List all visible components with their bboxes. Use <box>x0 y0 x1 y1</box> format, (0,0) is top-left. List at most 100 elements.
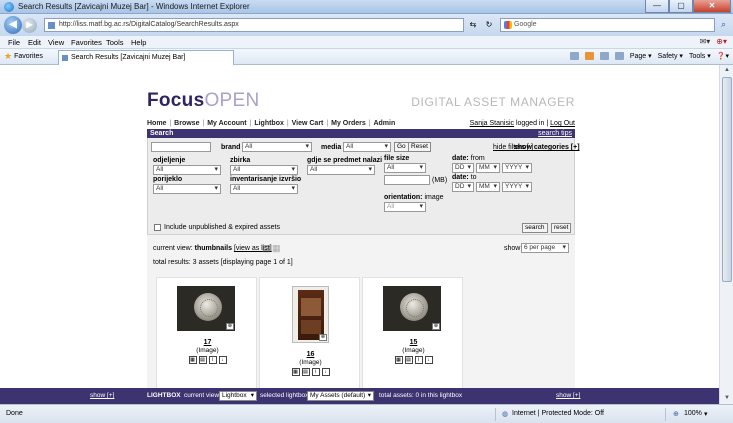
zoom-level[interactable]: 100% <box>684 410 702 417</box>
scrollbar-thumb[interactable] <box>722 77 732 282</box>
compatibility-icon[interactable]: ⇆ <box>466 18 480 32</box>
back-button[interactable]: ◀ <box>4 16 22 34</box>
mail-icon[interactable] <box>599 52 609 60</box>
reset-button[interactable]: reset <box>551 223 572 233</box>
file-size-input[interactable] <box>384 175 430 185</box>
filter-select-porijeklo[interactable]: All <box>153 184 221 194</box>
asset-thumbnail[interactable]: ⊕ <box>383 286 441 331</box>
keyword-input[interactable] <box>151 142 211 152</box>
zoom-icon[interactable]: ⊕ <box>432 323 440 330</box>
zoom-dropdown-icon[interactable]: ▾ <box>704 410 708 418</box>
menu-view[interactable]: View <box>48 38 64 47</box>
add-to-lightbox-icon[interactable]: ▦ <box>188 356 197 364</box>
list-view-icon[interactable]: ▤ <box>262 243 271 254</box>
asset-id-link[interactable]: 17 <box>157 339 258 346</box>
nav-my-account[interactable]: My Account <box>207 120 246 127</box>
menu-tools[interactable]: Tools <box>106 38 124 47</box>
home-icon[interactable] <box>569 52 579 60</box>
date-to-day[interactable]: DD <box>452 182 474 192</box>
lightbox-show-right-link[interactable]: show [+] <box>556 392 580 399</box>
scroll-up-icon[interactable]: ▲ <box>722 66 732 75</box>
add-to-lightbox-icon[interactable]: ▦ <box>394 356 403 364</box>
date-from-year[interactable]: YYYY <box>502 163 532 173</box>
results-panel: current view: thumbnails [view as list] … <box>147 235 575 397</box>
media-select[interactable]: All <box>343 142 391 152</box>
filter-select-zbirka[interactable]: All <box>230 165 298 175</box>
filter-select-odjeljenje[interactable]: All <box>153 165 221 175</box>
search-button[interactable]: search <box>522 223 548 233</box>
print-icon[interactable] <box>614 52 624 60</box>
nav-lightbox[interactable]: Lightbox <box>254 120 284 127</box>
asset-card: ⊕ 17 (Image) ▦ ▤ i ↓ <box>156 277 257 397</box>
scroll-down-icon[interactable]: ▼ <box>722 394 732 403</box>
file-size-select[interactable]: All <box>384 163 426 173</box>
safety-menu[interactable]: Safety ▾ <box>658 52 683 60</box>
nav-browse[interactable]: Browse <box>174 120 199 127</box>
help-menu[interactable]: ❓▾ <box>717 52 729 60</box>
download-icon[interactable]: ↓ <box>218 356 227 364</box>
menu-help[interactable]: Help <box>131 38 146 47</box>
info-icon[interactable]: i <box>414 356 423 364</box>
include-unpublished-checkbox[interactable] <box>154 224 161 231</box>
vertical-scrollbar[interactable]: ▲ ▼ <box>719 65 733 404</box>
asset-thumbnail[interactable]: ⊕ <box>177 286 235 331</box>
convert-icon[interactable]: ⊕▾ <box>716 37 727 46</box>
lightbox-show-left-link[interactable]: show [+] <box>90 392 114 399</box>
date-from-month[interactable]: MM <box>476 163 500 173</box>
date-to-year[interactable]: YYYY <box>502 182 532 192</box>
close-button[interactable]: ✕ <box>693 0 731 13</box>
zoom-icon[interactable]: ⊕ <box>226 323 234 330</box>
details-icon[interactable]: ▤ <box>301 368 310 376</box>
page-menu[interactable]: Page ▾ <box>630 52 652 60</box>
asset-type: (Image) <box>402 347 425 354</box>
tools-menu[interactable]: Tools ▾ <box>689 52 711 60</box>
asset-id-link[interactable]: 15 <box>363 339 464 346</box>
nav-view-cart[interactable]: View Cart <box>292 120 324 127</box>
search-icon[interactable]: ⌕ <box>717 18 730 32</box>
date-from-day[interactable]: DD <box>452 163 474 173</box>
details-icon[interactable]: ▤ <box>404 356 413 364</box>
user-name-link[interactable]: Sanja Stanisic <box>470 120 514 127</box>
info-icon[interactable]: i <box>208 356 217 364</box>
asset-id-link[interactable]: 16 <box>260 351 361 358</box>
grid-view-icon[interactable]: ▦ <box>272 243 281 254</box>
search-tips-link[interactable]: search tips <box>538 129 572 138</box>
zoom-icon[interactable]: ⊕ <box>319 334 327 341</box>
maximize-button[interactable]: ▢ <box>669 0 693 13</box>
details-icon[interactable]: ▤ <box>198 356 207 364</box>
lightbox-view-select[interactable]: Lightbox <box>219 391 257 401</box>
security-zone[interactable]: Internet | Protected Mode: Off <box>512 410 604 417</box>
download-icon[interactable]: ↓ <box>321 368 330 376</box>
menu-favorites[interactable]: Favorites <box>71 38 102 47</box>
nav-my-orders[interactable]: My Orders <box>331 120 366 127</box>
nav-admin[interactable]: Admin <box>373 120 395 127</box>
selected-lightbox-select[interactable]: My Assets (default) <box>307 391 374 401</box>
brand-select[interactable]: All <box>242 142 312 152</box>
menu-edit[interactable]: Edit <box>28 38 41 47</box>
show-categories-link[interactable]: show categories [+] <box>514 144 580 151</box>
reset-top-button[interactable]: Reset <box>408 142 431 152</box>
menu-file[interactable]: File <box>8 38 20 47</box>
feed-icon[interactable]: ✉▾ <box>700 37 711 46</box>
go-button[interactable]: Go <box>394 142 409 152</box>
minimize-button[interactable]: — <box>645 0 669 13</box>
address-field[interactable]: http://liss.matf.bg.ac.rs/DigitalCatalog… <box>44 18 464 32</box>
logout-link[interactable]: Log Out <box>550 120 575 127</box>
orientation-select[interactable]: All <box>384 202 426 212</box>
nav-home[interactable]: Home <box>147 120 166 127</box>
download-icon[interactable]: ↓ <box>424 356 433 364</box>
browser-tab[interactable]: Search Results [Zavicajni Muzej Bar] <box>58 50 234 65</box>
info-icon[interactable]: i <box>311 368 320 376</box>
forward-button[interactable]: ▶ <box>22 18 37 33</box>
feeds-icon[interactable] <box>584 52 594 60</box>
refresh-icon[interactable]: ↻ <box>482 18 496 32</box>
filter-select-gdje[interactable]: All <box>307 165 375 175</box>
favorites-button[interactable]: ★ Favorites <box>4 52 43 61</box>
site-logo[interactable]: FocusOPEN <box>147 90 260 112</box>
filter-select-inventarisanje[interactable]: All <box>230 184 298 194</box>
add-to-lightbox-icon[interactable]: ▦ <box>291 368 300 376</box>
per-page-select[interactable]: 6 per page <box>521 243 569 253</box>
date-to-month[interactable]: MM <box>476 182 500 192</box>
search-input[interactable]: Google <box>500 18 715 32</box>
asset-thumbnail[interactable]: ⊕ <box>292 286 329 343</box>
